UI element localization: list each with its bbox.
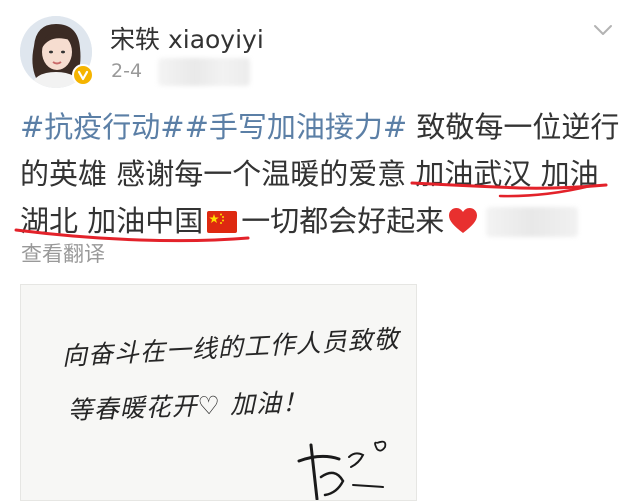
signature-scribble — [297, 440, 387, 500]
red-heart-icon — [449, 208, 478, 233]
post-text-line-3: 湖北 加油中国 一切都会好起来 — [20, 198, 620, 245]
chevron-down-icon[interactable] — [592, 22, 614, 38]
post-text-segment: 致敬每一位逆行 — [407, 110, 620, 144]
blurred-text — [486, 207, 579, 237]
handwritten-note-image[interactable]: 向奋斗在一线的工作人员致敬 等春暖花开♡ 加油！ — [20, 284, 417, 501]
handwriting-line-2: 等春暖花开♡ 加油！ — [67, 387, 309, 425]
post-date: 2-4 — [111, 60, 143, 82]
china-flag-icon — [207, 211, 238, 233]
blurred-source-info — [158, 58, 250, 86]
translate-link[interactable]: 查看翻译 — [21, 238, 105, 268]
weibo-post: 宋轶 xiaoyiyi 2-4 #抗疫行动##手写加油接力# 致敬每一位逆行 的… — [0, 0, 640, 501]
post-text-segment: 一切都会好起来 — [241, 204, 445, 238]
username[interactable]: 宋轶 xiaoyiyi — [110, 20, 264, 56]
post-text-line-2: 的英雄 感谢每一个温暖的爱意 加油武汉 加油 — [20, 151, 620, 198]
handwriting-line-1: 向奋斗在一线的工作人员致敬 — [61, 324, 401, 371]
hashtag-link[interactable]: #抗疫行动##手写加油接力# — [20, 110, 407, 144]
post-text: #抗疫行动##手写加油接力# 致敬每一位逆行 的英雄 感谢每一个温暖的爱意 加油… — [20, 104, 620, 245]
post-text-segment: 湖北 加油中国 — [20, 204, 204, 238]
post-text-line-1: #抗疫行动##手写加油接力# 致敬每一位逆行 — [20, 104, 620, 151]
avatar[interactable] — [20, 16, 94, 88]
verified-badge-icon — [72, 64, 94, 86]
post-text-segment: 的英雄 感谢每一个温暖的爱意 加油武汉 加油 — [20, 157, 599, 191]
